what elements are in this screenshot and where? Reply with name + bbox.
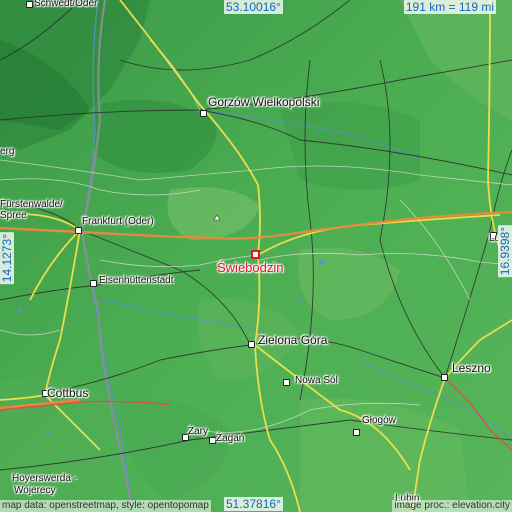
- place-label-zielona-gora: Zielona Góra: [258, 333, 328, 347]
- city-marker-nowa-sol: [283, 379, 290, 386]
- place-label-swiebodzin: Świebodzin: [217, 260, 284, 275]
- city-marker-gorzow: [200, 110, 207, 117]
- target-location-marker: [251, 250, 260, 259]
- place-label-erg: erg: [0, 146, 15, 157]
- left-longitude-label: 14.1273°: [0, 232, 14, 285]
- place-label-wojerecy: Wojerecy: [14, 485, 56, 496]
- city-marker-leszno: [441, 374, 448, 381]
- place-label-zary: Żary: [188, 426, 208, 437]
- top-latitude-label: 53.10016°: [224, 0, 283, 14]
- place-label-frankfurt: Frankfurt (Oder): [82, 216, 154, 227]
- map-attribution: map data: openstreetmap, style: opentopo…: [0, 500, 211, 512]
- place-label-hoyerswerda: Hoyerswerda -: [12, 473, 78, 484]
- city-marker-frankfurt: [75, 227, 82, 234]
- city-marker-eisenhuttenstadt: [90, 280, 97, 287]
- place-label-gorzow: Gorzów Wielkopolski: [208, 95, 320, 109]
- place-label-eisenhuttenstadt: Eisenhüttenstadt: [99, 275, 174, 286]
- place-label-leszno: Leszno: [452, 361, 491, 375]
- scale-label: 191 km = 119 mi: [403, 0, 496, 14]
- place-label-spree: Spree: [0, 210, 27, 221]
- bottom-latitude-label: 51.37816°: [224, 497, 283, 511]
- city-marker-zielona-gora: [248, 341, 255, 348]
- city-marker-zagan: [209, 437, 216, 444]
- image-attribution: image proc.: elevation.city: [392, 500, 512, 512]
- place-label-nowa-sol: Nowa Sól: [295, 375, 338, 386]
- city-marker-schwedt: [26, 1, 33, 8]
- place-label-zagan: Żagań: [216, 433, 245, 444]
- place-label-cottbus: Cottbus: [47, 386, 89, 400]
- place-label-glogow: Głogów: [362, 415, 396, 426]
- place-label-schwedt: Schwedt/Oder: [34, 0, 98, 9]
- right-longitude-label: 16.9398°: [498, 225, 512, 278]
- city-marker-glogow: [353, 429, 360, 436]
